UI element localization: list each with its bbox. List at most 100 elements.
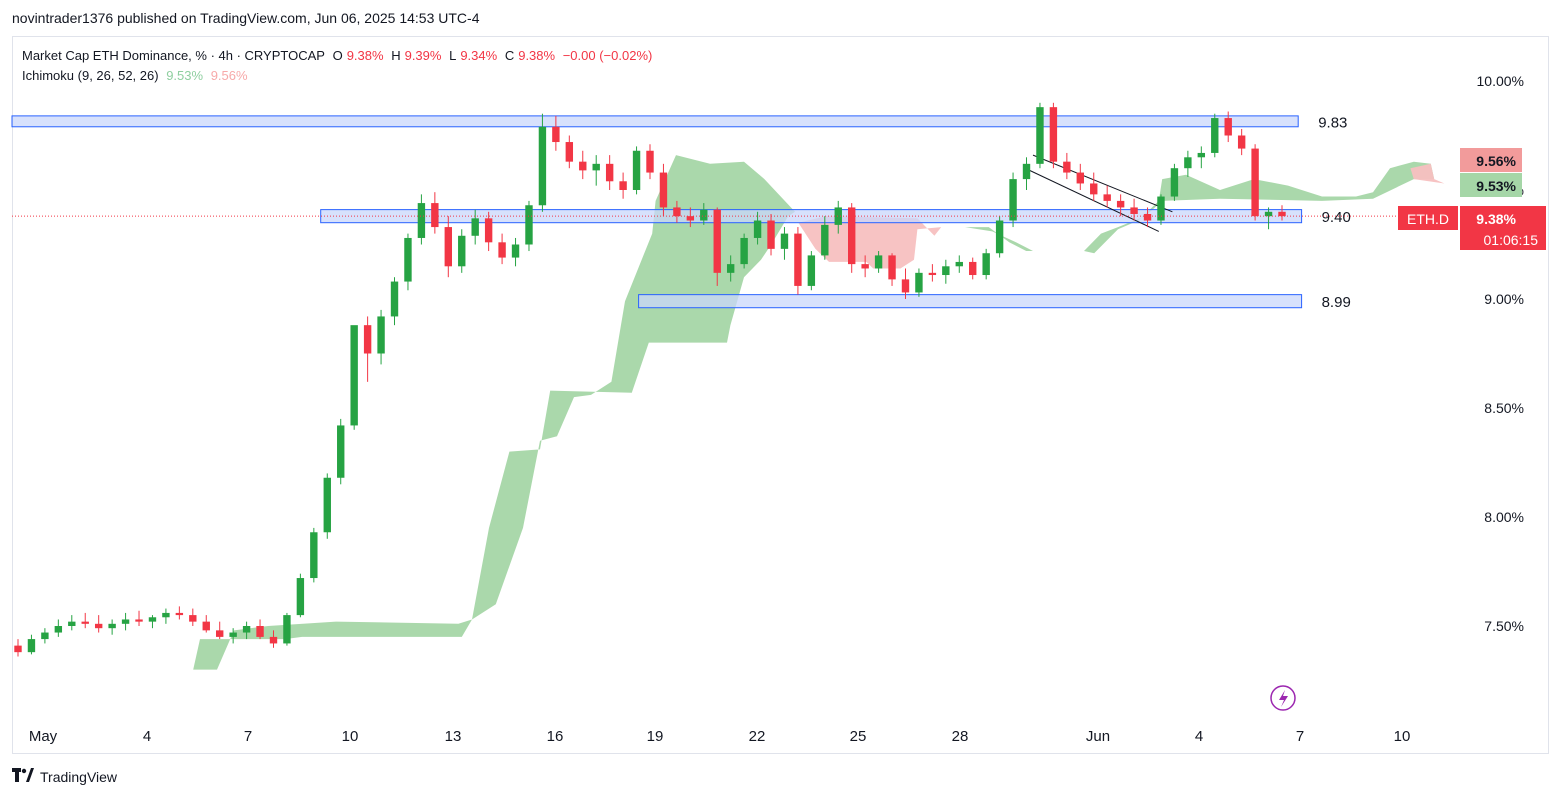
candle-body[interactable] <box>484 218 493 243</box>
candle-body[interactable] <box>1036 107 1044 164</box>
candle-body[interactable] <box>337 425 345 478</box>
candle-body[interactable] <box>659 172 668 208</box>
candle-body[interactable] <box>1224 118 1232 136</box>
candle-body[interactable] <box>377 316 385 354</box>
candle-body[interactable] <box>1264 211 1273 217</box>
candle-body[interactable] <box>431 203 439 228</box>
candle-body[interactable] <box>686 216 695 221</box>
candle-body[interactable] <box>821 224 829 256</box>
candle-body[interactable] <box>81 621 89 624</box>
candle-body[interactable] <box>673 207 681 217</box>
candle-body[interactable] <box>995 220 1004 254</box>
candle-body[interactable] <box>1116 200 1125 208</box>
candle-body[interactable] <box>202 621 210 631</box>
candle-body[interactable] <box>807 255 816 286</box>
candle-body[interactable] <box>269 636 278 644</box>
candle-body[interactable] <box>780 233 789 249</box>
candle-body[interactable] <box>605 163 614 182</box>
candle-body[interactable] <box>27 639 36 653</box>
candle-body[interactable] <box>753 220 762 238</box>
candle-body[interactable] <box>296 578 305 616</box>
candle-body[interactable] <box>740 237 748 265</box>
candle-body[interactable] <box>417 203 426 238</box>
candle-body[interactable] <box>242 626 251 633</box>
candle-body[interactable] <box>700 209 708 221</box>
candle-body[interactable] <box>632 150 641 190</box>
support-resistance-zone[interactable] <box>11 115 1299 128</box>
trend-channel-upper[interactable] <box>1032 154 1173 213</box>
candle-body[interactable] <box>794 233 802 286</box>
candle-body[interactable] <box>525 205 533 245</box>
candle-body[interactable] <box>1170 168 1179 197</box>
candle-body[interactable] <box>579 161 587 171</box>
candle-body[interactable] <box>1197 152 1206 158</box>
candle-body[interactable] <box>1076 172 1084 184</box>
candle-body[interactable] <box>458 235 466 267</box>
candle-body[interactable] <box>1237 135 1246 149</box>
support-resistance-zone[interactable] <box>320 209 1303 224</box>
candle-body[interactable] <box>444 227 452 267</box>
candle-body[interactable] <box>1063 161 1071 173</box>
candle-body[interactable] <box>189 615 197 622</box>
candle-body[interactable] <box>646 150 654 173</box>
candle-body[interactable] <box>861 264 869 269</box>
candle-body[interactable] <box>1157 196 1165 221</box>
candle-body[interactable] <box>121 619 130 624</box>
candle-body[interactable] <box>404 237 412 282</box>
candle-body[interactable] <box>498 242 506 258</box>
candle-body[interactable] <box>552 126 560 143</box>
candle-body[interactable] <box>619 181 627 190</box>
candle-body[interactable] <box>888 255 896 280</box>
candle-body[interactable] <box>1022 163 1031 180</box>
candle-body[interactable] <box>229 632 237 637</box>
footer-brand[interactable]: TradingView <box>12 768 117 786</box>
legend-title[interactable]: Market Cap ETH Dominance, % · 4h · CRYPT… <box>22 48 325 63</box>
candle-body[interactable] <box>928 272 937 276</box>
candle-body[interactable] <box>969 261 977 276</box>
candle-body[interactable] <box>216 630 224 637</box>
candle-body[interactable] <box>1049 107 1058 162</box>
candle-body[interactable] <box>175 612 184 616</box>
candle-body[interactable] <box>511 244 520 258</box>
candle-body[interactable] <box>283 615 291 644</box>
candle-body[interactable] <box>323 477 331 533</box>
candle-body[interactable] <box>942 266 950 276</box>
candle-body[interactable] <box>726 264 735 273</box>
candle-body[interactable] <box>955 261 963 267</box>
support-resistance-zone[interactable] <box>638 294 1303 309</box>
candle-body[interactable] <box>350 325 358 426</box>
candle-body[interactable] <box>148 617 157 622</box>
candle-body[interactable] <box>1143 213 1152 221</box>
candle-body[interactable] <box>982 253 990 276</box>
candle-body[interactable] <box>1251 148 1259 217</box>
candle-body[interactable] <box>1211 118 1219 153</box>
candle-body[interactable] <box>592 163 600 171</box>
candle-body[interactable] <box>1130 207 1138 214</box>
candle-body[interactable] <box>538 126 547 206</box>
candle-body[interactable] <box>1090 183 1098 195</box>
candle-body[interactable] <box>915 272 923 293</box>
candle-body[interactable] <box>901 279 910 293</box>
candle-body[interactable] <box>68 621 76 626</box>
indicator-name[interactable]: Ichimoku (9, 26, 52, 26) <box>22 68 159 83</box>
candle-body[interactable] <box>108 623 116 629</box>
candle-body[interactable] <box>135 619 143 622</box>
candle-body[interactable] <box>390 281 399 317</box>
chart-canvas[interactable]: 9.839.408.9910.00%9.50%9.00%8.50%8.00%7.… <box>0 0 1563 799</box>
candle-body[interactable] <box>256 626 264 637</box>
candle-body[interactable] <box>1103 194 1111 201</box>
candle-body[interactable] <box>471 218 479 236</box>
candle-body[interactable] <box>54 626 63 633</box>
candle-body[interactable] <box>1184 157 1192 169</box>
candle-body[interactable] <box>94 623 103 629</box>
candle-body[interactable] <box>565 142 574 162</box>
candle-body[interactable] <box>767 220 775 249</box>
candle-body[interactable] <box>162 612 170 618</box>
candle-body[interactable] <box>1009 179 1017 221</box>
candle-body[interactable] <box>713 209 721 273</box>
candle-body[interactable] <box>14 645 22 653</box>
candle-body[interactable] <box>41 632 49 640</box>
candle-body[interactable] <box>874 255 883 269</box>
candle-body[interactable] <box>1278 211 1286 217</box>
candle-body[interactable] <box>310 532 318 579</box>
